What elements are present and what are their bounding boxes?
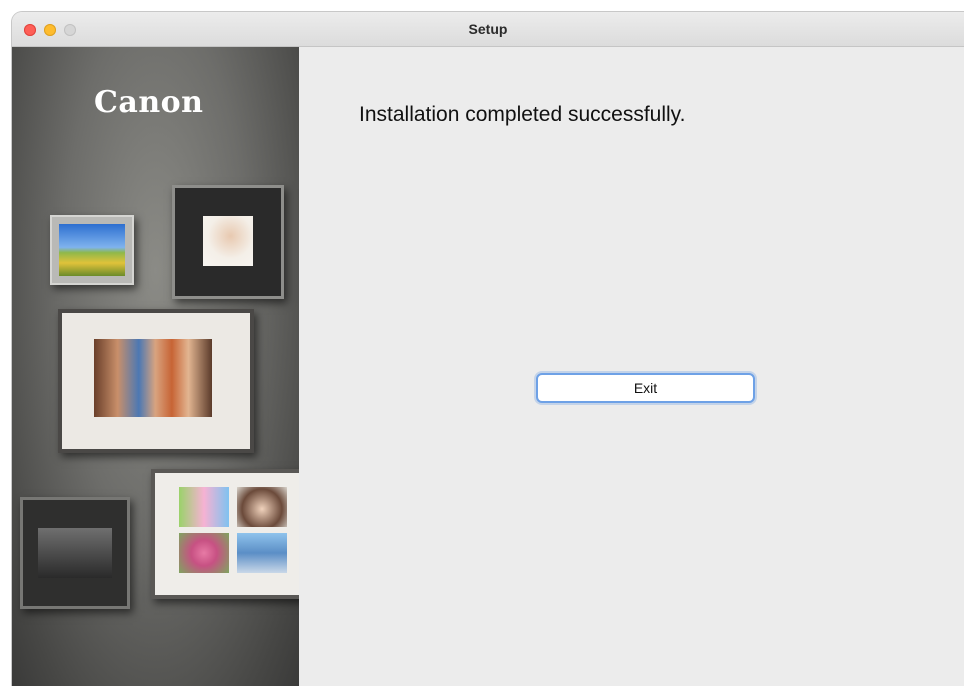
collage-photo-woman — [237, 487, 287, 527]
installation-status-message: Installation completed successfully. — [359, 103, 686, 126]
collage-photo-roses — [179, 533, 229, 573]
collage-photo-house — [237, 533, 287, 573]
baby-photo — [203, 216, 253, 266]
exit-button[interactable]: Exit — [536, 373, 755, 403]
landscape-photo-frame — [50, 215, 134, 285]
collage-photo-toys — [179, 487, 229, 527]
landscape-photo — [59, 224, 125, 276]
title-bar: Setup — [12, 12, 964, 47]
collage-photo-frame — [151, 469, 299, 599]
setup-window: Setup Canon Installation completed succe… — [12, 12, 964, 686]
canon-logo: Canon — [94, 85, 204, 120]
window-title: Setup — [468, 21, 508, 37]
main-content: Installation completed successfully. Exi… — [299, 47, 964, 686]
family-photo — [94, 339, 212, 417]
family-photo-frame — [58, 309, 254, 453]
canon-sidebar-banner: Canon — [12, 47, 299, 686]
vintage-photo — [38, 528, 112, 578]
vintage-photo-frame — [20, 497, 130, 609]
baby-photo-frame — [172, 185, 284, 299]
